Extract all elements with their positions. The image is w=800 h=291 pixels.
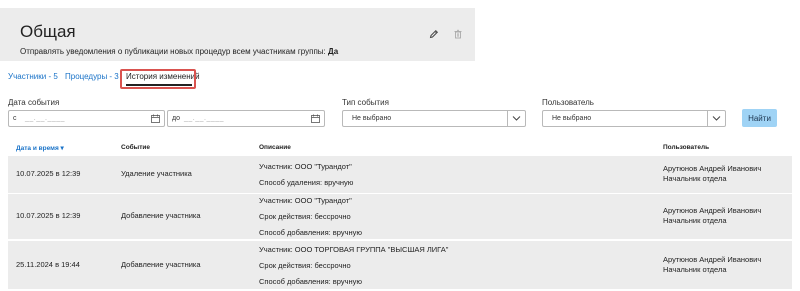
description-line: Участник: ООО ТОРГОВАЯ ГРУППА "ВЫСШАЯ ЛИ… xyxy=(259,245,449,254)
date-to-input[interactable]: до __.__.____ xyxy=(167,110,325,127)
user-select[interactable]: Не выбрано xyxy=(542,110,726,127)
event-type-select[interactable]: Не выбрано xyxy=(342,110,526,127)
notice-text: Отправлять уведомления о публикации новы… xyxy=(20,47,326,56)
group-title: Общая xyxy=(20,22,76,41)
date-to-prefix: до xyxy=(172,115,180,122)
row-description: Участник: ООО ТОРГОВАЯ ГРУППА "ВЫСШАЯ ЛИ… xyxy=(259,244,448,291)
group-card: Общая Отправлять уведомления о публикаци… xyxy=(0,8,475,61)
description-line: Срок действия: бессрочно xyxy=(259,261,351,270)
table-row: 10.07.2025 в 12:39 Удаление участника Уч… xyxy=(8,156,792,193)
user-filter-label: Пользователь xyxy=(542,98,594,107)
event-type-label: Тип события xyxy=(342,98,389,107)
tab-procedures[interactable]: Процедуры - 3 xyxy=(65,72,119,82)
select-divider xyxy=(507,111,508,126)
description-line: Способ добавления: вручную xyxy=(259,277,363,286)
table-header: Дата и время ▾ Событие Описание Пользова… xyxy=(0,142,800,154)
user-role: Начальник отдела xyxy=(663,265,727,274)
trash-icon xyxy=(454,29,462,39)
chevron-down-icon[interactable] xyxy=(512,115,521,122)
column-header-description: Описание xyxy=(259,144,291,151)
date-from-prefix: с xyxy=(13,115,17,122)
table-row: 10.07.2025 в 12:39 Добавление участника … xyxy=(8,194,792,239)
column-header-datetime[interactable]: Дата и время ▾ xyxy=(16,144,64,152)
user-name: Арутюнов Андрей Иванович xyxy=(663,206,762,215)
active-tab-underline xyxy=(126,84,192,86)
row-user: Арутюнов Андрей Иванович Начальник отдел… xyxy=(663,255,761,275)
description-line: Срок действия: бессрочно xyxy=(259,212,351,221)
column-header-event: Событие xyxy=(121,144,151,151)
row-datetime: 10.07.2025 в 12:39 xyxy=(16,169,81,178)
user-role: Начальник отдела xyxy=(663,174,727,183)
row-description: Участник: ООО "Турандот" Способ удаления… xyxy=(259,161,353,193)
row-event: Добавление участника xyxy=(121,211,201,220)
date-from-input[interactable]: с __.__.____ xyxy=(8,110,165,127)
calendar-icon[interactable] xyxy=(151,114,160,123)
notice-value: Да xyxy=(328,47,339,56)
delete-group-button[interactable] xyxy=(451,27,465,41)
pencil-icon xyxy=(429,29,439,39)
tab-highlight-box xyxy=(120,69,196,89)
user-name: Арутюнов Андрей Иванович xyxy=(663,255,762,264)
row-datetime: 10.07.2025 в 12:39 xyxy=(16,211,81,220)
date-from-placeholder: __.__.____ xyxy=(25,115,66,122)
description-line: Способ удаления: вручную xyxy=(259,178,354,187)
chevron-down-icon[interactable] xyxy=(712,115,721,122)
date-to-placeholder: __.__.____ xyxy=(184,115,225,122)
row-description: Участник: ООО "Турандот" Срок действия: … xyxy=(259,195,362,243)
user-select-value: Не выбрано xyxy=(552,115,592,122)
tab-participants[interactable]: Участники - 5 xyxy=(8,72,58,82)
description-line: Участник: ООО "Турандот" xyxy=(259,162,352,171)
row-event: Удаление участника xyxy=(121,169,192,178)
date-filter-label: Дата события xyxy=(8,98,60,107)
calendar-icon[interactable] xyxy=(311,114,320,123)
edit-group-button[interactable] xyxy=(427,27,441,41)
table-row: 25.11.2024 в 19:44 Добавление участника … xyxy=(8,241,792,289)
user-role: Начальник отдела xyxy=(663,216,727,225)
description-line: Участник: ООО "Турандот" xyxy=(259,196,352,205)
row-user: Арутюнов Андрей Иванович Начальник отдел… xyxy=(663,164,761,184)
group-notice: Отправлять уведомления о публикации новы… xyxy=(20,47,338,56)
row-user: Арутюнов Андрей Иванович Начальник отдел… xyxy=(663,206,761,226)
find-button[interactable]: Найти xyxy=(742,109,777,127)
column-header-user: Пользователь xyxy=(663,144,710,151)
event-type-value: Не выбрано xyxy=(352,115,392,122)
row-datetime: 25.11.2024 в 19:44 xyxy=(16,260,80,269)
user-name: Арутюнов Андрей Иванович xyxy=(663,164,762,173)
row-event: Добавление участника xyxy=(121,260,201,269)
select-divider xyxy=(707,111,708,126)
